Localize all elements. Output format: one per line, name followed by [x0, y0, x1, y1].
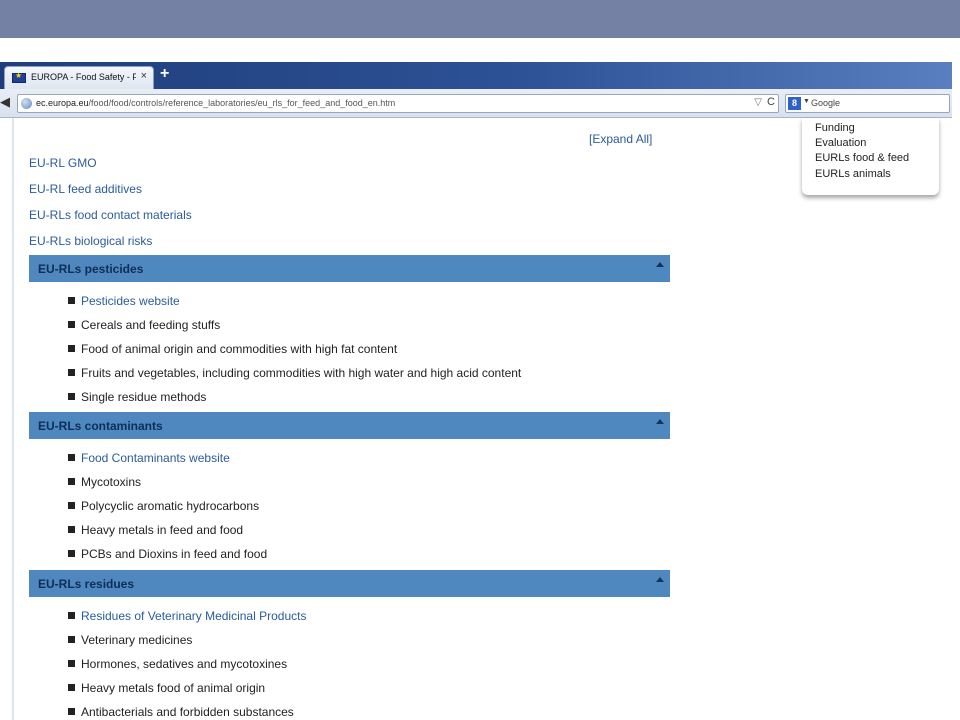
bullet-icon — [68, 454, 75, 461]
menu-item-eurls-food-feed[interactable]: EURLs food & feed — [815, 152, 909, 164]
search-placeholder: Google — [811, 98, 841, 108]
list-item: Hormones, sedatives and mycotoxines — [68, 657, 287, 671]
page-left-border — [12, 118, 14, 720]
list-item-label[interactable]: Food Contaminants website — [81, 451, 230, 465]
list-item: Veterinary medicines — [68, 633, 192, 647]
collapse-caret-icon[interactable] — [656, 419, 664, 424]
expand-all-link[interactable]: [Expand All] — [589, 132, 652, 146]
dropdown-menu: Funding Evaluation EURLs food & feed EUR… — [802, 118, 939, 195]
list-item: Heavy metals food of animal origin — [68, 681, 265, 695]
list-item-label: Fruits and vegetables, including commodi… — [81, 366, 522, 380]
link-eu-rl-feed-additives[interactable]: EU-RL feed additives — [29, 182, 142, 196]
link-eu-rl-gmo[interactable]: EU-RL GMO — [29, 156, 97, 170]
bullet-icon — [68, 660, 75, 667]
list-item: Polycyclic aromatic hydrocarbons — [68, 499, 259, 513]
list-item: Mycotoxins — [68, 475, 141, 489]
list-item-label[interactable]: Residues of Veterinary Medicinal Product… — [81, 609, 306, 623]
tab-strip: EUROPA - Food Safety - Foo... × + — [0, 62, 952, 89]
chevron-down-icon[interactable]: ▼ — [803, 98, 810, 105]
bullet-icon — [68, 297, 75, 304]
list-item-label: Cereals and feeding stuffs — [81, 318, 221, 332]
search-bar[interactable]: 8 ▼ Google — [785, 94, 950, 113]
reload-icon[interactable]: C — [767, 96, 775, 108]
list-item[interactable]: Residues of Veterinary Medicinal Product… — [68, 609, 306, 623]
list-item-label: Polycyclic aromatic hydrocarbons — [81, 499, 260, 513]
section-title: EU-RLs pesticides — [38, 262, 144, 276]
browser-window: EUROPA - Food Safety - Foo... × + ◀ ec.e… — [0, 62, 952, 720]
menu-item-eurls-animals[interactable]: EURLs animals — [815, 168, 891, 180]
bullet-icon — [68, 636, 75, 643]
slide-header-band — [0, 0, 960, 38]
list-item: Single residue methods — [68, 390, 206, 404]
list-item: Fruits and vegetables, including commodi… — [68, 366, 521, 380]
eu-flag-icon — [12, 71, 26, 83]
list-item-label: Veterinary medicines — [81, 633, 193, 647]
new-tab-button[interactable]: + — [160, 65, 169, 83]
list-item: Food of animal origin and commodities wi… — [68, 342, 397, 356]
section-header-residues[interactable]: EU-RLs residues — [29, 570, 670, 597]
back-arrow-icon[interactable]: ◀ — [0, 94, 14, 112]
list-item-label: Mycotoxins — [81, 475, 142, 489]
list-item: Antibacterials and forbidden substances — [68, 705, 294, 719]
address-bar[interactable]: ec.europa.eu/food/food/controls/referenc… — [17, 94, 779, 113]
bullet-icon — [68, 502, 75, 509]
section-header-contaminants[interactable]: EU-RLs contaminants — [29, 412, 670, 439]
bookmark-star-icon[interactable]: ▽ — [754, 97, 762, 108]
list-item-label: Hormones, sedatives and mycotoxines — [81, 657, 288, 671]
collapse-caret-icon[interactable] — [656, 262, 664, 267]
url-path: /food/food/controls/reference_laboratori… — [88, 98, 396, 108]
list-item: Heavy metals in feed and food — [68, 523, 243, 537]
collapse-caret-icon[interactable] — [656, 577, 664, 582]
bullet-icon — [68, 612, 75, 619]
bullet-icon — [68, 369, 75, 376]
page-content: [Expand All] EU-RL GMO EU-RL feed additi… — [0, 118, 952, 720]
list-item-label: Food of animal origin and commodities wi… — [81, 342, 398, 356]
tab-title: EUROPA - Food Safety - Foo... — [31, 72, 136, 82]
link-eu-rls-biological-risks[interactable]: EU-RLs biological risks — [29, 234, 152, 248]
bullet-icon — [68, 393, 75, 400]
navigation-bar: ◀ ec.europa.eu/food/food/controls/refere… — [0, 89, 952, 118]
section-title: EU-RLs contaminants — [38, 419, 163, 433]
list-item-label: Heavy metals in feed and food — [81, 523, 244, 537]
section-title: EU-RLs residues — [38, 577, 135, 591]
url-text[interactable]: ec.europa.eu/food/food/controls/referenc… — [36, 98, 395, 108]
list-item-label[interactable]: Pesticides website — [81, 294, 180, 308]
bullet-icon — [68, 708, 75, 715]
list-item-label: Single residue methods — [81, 390, 207, 404]
bullet-icon — [68, 345, 75, 352]
list-item-label: Heavy metals food of animal origin — [81, 681, 266, 695]
google-icon[interactable]: 8 — [788, 97, 801, 110]
list-item-label: Antibacterials and forbidden substances — [81, 705, 294, 719]
bullet-icon — [68, 550, 75, 557]
list-item: Cereals and feeding stuffs — [68, 318, 220, 332]
list-item-label: PCBs and Dioxins in feed and food — [81, 547, 268, 561]
list-item: PCBs and Dioxins in feed and food — [68, 547, 267, 561]
close-icon[interactable]: × — [141, 70, 147, 82]
list-item[interactable]: Food Contaminants website — [68, 451, 230, 465]
url-domain: ec.europa.eu — [36, 98, 89, 108]
link-eu-rls-food-contact-materials[interactable]: EU-RLs food contact materials — [29, 208, 192, 222]
section-header-pesticides[interactable]: EU-RLs pesticides — [29, 255, 670, 282]
menu-item-funding[interactable]: Funding — [815, 122, 855, 134]
bullet-icon — [68, 526, 75, 533]
menu-item-evaluation[interactable]: Evaluation — [815, 137, 866, 149]
list-item[interactable]: Pesticides website — [68, 294, 180, 308]
browser-tab-europa[interactable]: EUROPA - Food Safety - Foo... × — [4, 66, 154, 89]
globe-icon — [21, 98, 32, 109]
bullet-icon — [68, 321, 75, 328]
bullet-icon — [68, 478, 75, 485]
bullet-icon — [68, 684, 75, 691]
